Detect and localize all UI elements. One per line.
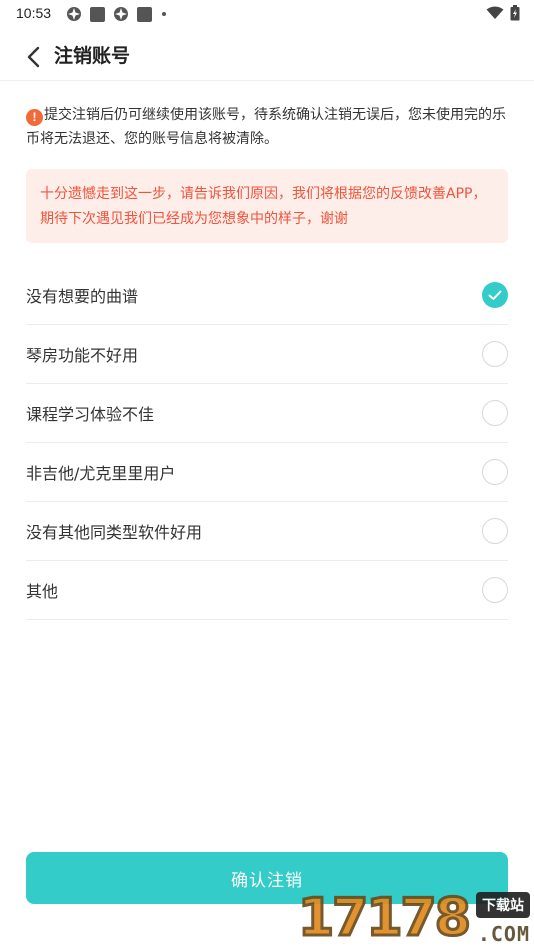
reason-item[interactable]: 没有想要的曲谱 [26,266,508,325]
wifi-icon [486,6,504,19]
radio-unchecked[interactable] [482,400,508,426]
app-notification-icon [90,6,105,22]
notice: ! 提交注销后仍可继续使用该账号，待系统确认注销无误后，您未使用完的乐币将无法退还… [26,103,510,151]
reason-label: 没有想要的曲谱 [26,287,139,306]
app-notification-icon [137,6,152,22]
watermark-tag: 下载站 [476,892,530,918]
system-icons [486,5,520,21]
warning-icon: ! [26,109,43,126]
reason-item[interactable]: 课程学习体验不佳 [26,384,508,443]
site-watermark-logo: 17178 下载站 .COM [297,888,530,948]
reason-label: 非吉他/尤克里里用户 [26,464,176,483]
radio-checked[interactable] [482,282,508,308]
back-button[interactable] [18,42,48,72]
battery-icon [510,5,520,21]
reason-label: 琴房功能不好用 [26,346,139,365]
check-icon [488,290,502,300]
status-bar: 10:53 [0,0,534,28]
reason-item[interactable]: 琴房功能不好用 [26,325,508,384]
reason-item[interactable]: 没有其他同类型软件好用 [26,502,508,561]
status-time: 10:53 [16,5,52,21]
watermark-domain: .COM [477,922,530,946]
chevron-left-icon [27,46,40,68]
more-notifications-icon [162,12,166,16]
regret-message-text: 十分遗憾走到这一步，请告诉我们原因，我们将根据您的反馈改善APP，期待下次遇见我… [40,186,487,227]
radio-unchecked[interactable] [482,518,508,544]
reason-item[interactable]: 其他 [26,561,508,620]
radio-unchecked[interactable] [482,577,508,603]
header: 注销账号 [0,34,534,81]
page-title: 注销账号 [54,45,131,67]
reason-label: 其他 [26,582,59,601]
watermark-digits: 17178 [297,888,473,948]
app-notification-icon [67,7,81,21]
reason-list: 没有想要的曲谱 琴房功能不好用 课程学习体验不佳 非吉他/尤克里里用户 没有其他… [26,266,508,620]
regret-message-box: 十分遗憾走到这一步，请告诉我们原因，我们将根据您的反馈改善APP，期待下次遇见我… [26,169,508,243]
app-notification-icon [114,7,128,21]
radio-unchecked[interactable] [482,459,508,485]
notice-text: 提交注销后仍可继续使用该账号，待系统确认注销无误后，您未使用完的乐币将无法退还、… [26,107,506,147]
radio-unchecked[interactable] [482,341,508,367]
notification-icons [66,6,166,22]
reason-label: 课程学习体验不佳 [26,405,155,424]
reason-label: 没有其他同类型软件好用 [26,523,203,542]
reason-item[interactable]: 非吉他/尤克里里用户 [26,443,508,502]
